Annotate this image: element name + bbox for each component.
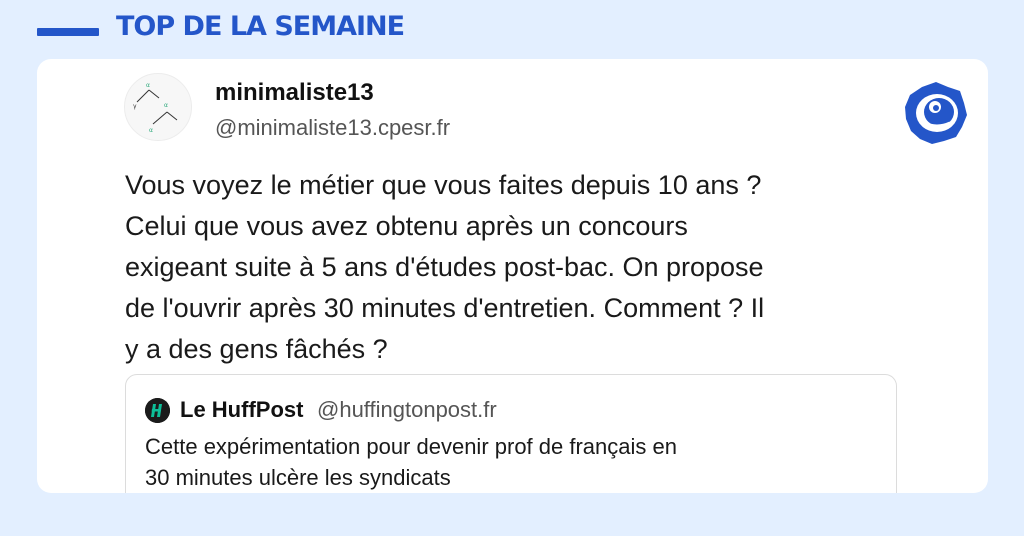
header-accent-bar (37, 28, 99, 36)
avatar-glyph-left: γ (133, 103, 137, 110)
bluesky-client-logo-icon (902, 79, 970, 147)
quote-author-handle[interactable]: @huffingtonpost.fr (317, 397, 497, 423)
post-text: Vous voyez le métier que vous faites dep… (125, 170, 765, 364)
author-handle[interactable]: @minimaliste13.cpesr.fr (215, 115, 450, 141)
avatar-glyph-bottom: α (149, 127, 153, 134)
avatar-glyph-mid: α (164, 102, 168, 109)
quoted-post[interactable]: Le HuffPost @huffingtonpost.fr Cette exp… (125, 374, 897, 493)
avatar-glyph-top: α (146, 82, 150, 89)
tree-diagram-avatar-icon: α γ α α (133, 82, 178, 134)
huffpost-icon (145, 398, 170, 423)
avatar[interactable]: α γ α α (124, 73, 192, 141)
quote-text: Cette expérimentation pour devenir prof … (145, 434, 677, 490)
page-title: TOP DE LA SEMAINE (116, 11, 405, 42)
author-name[interactable]: minimaliste13 (215, 79, 374, 107)
post-card[interactable]: α γ α α minimaliste13 @minimaliste13.cpe… (37, 59, 988, 493)
quote-author-name[interactable]: Le HuffPost (180, 397, 303, 423)
